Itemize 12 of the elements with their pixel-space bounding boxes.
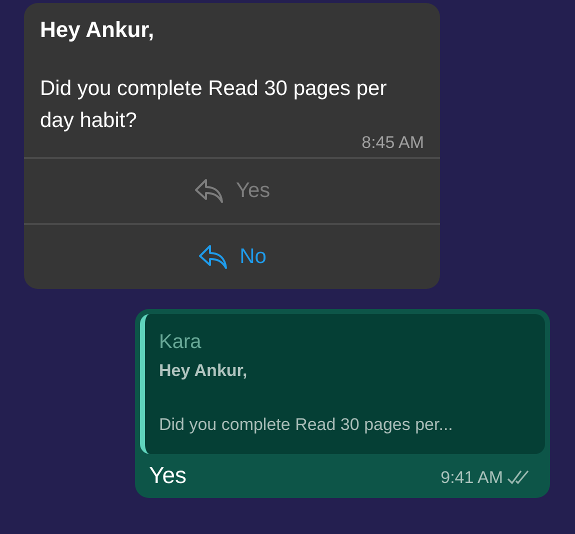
- message-header: Hey Ankur,: [40, 16, 156, 44]
- message-text: Yes: [149, 461, 187, 490]
- quote-author: Kara: [159, 330, 202, 355]
- reply-icon: [198, 244, 228, 270]
- reply-icon: [194, 178, 224, 204]
- reply-button[interactable]: No: [182, 225, 282, 289]
- message-text: Did you complete Read 30 pages per day habit?: [40, 76, 388, 134]
- quoted-message[interactable]: Kara Hey Ankur, Did you complete Read 30 pages per...: [140, 314, 545, 454]
- quote-header: Hey Ankur,: [159, 360, 248, 382]
- message-time: 9:41 AM: [440, 466, 503, 488]
- message-time: 8:45 AM: [362, 133, 424, 153]
- quote-text: Did you complete Read 30 pages per...: [159, 414, 454, 436]
